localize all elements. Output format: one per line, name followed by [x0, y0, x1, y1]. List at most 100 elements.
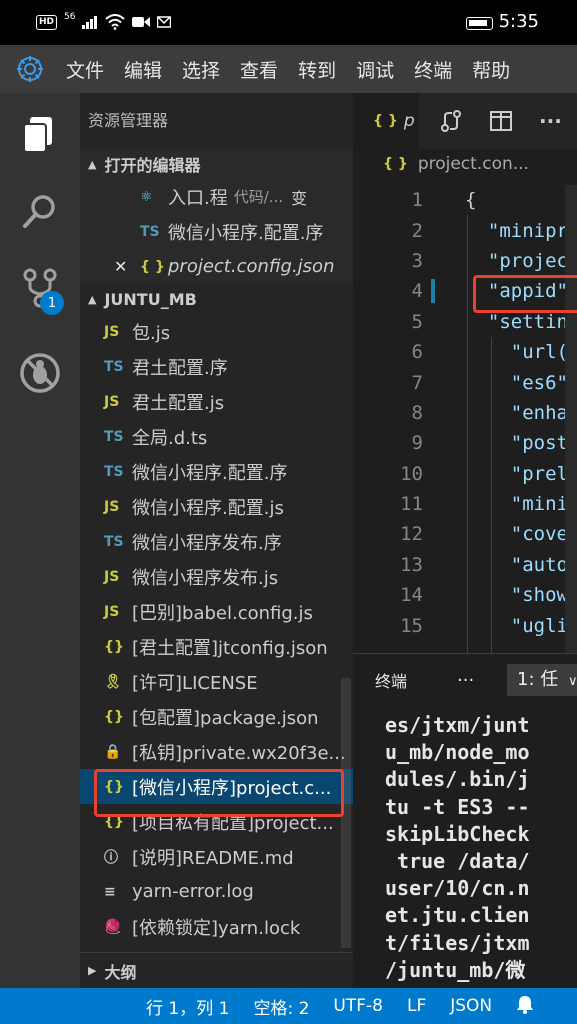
license-icon: 🎗: [104, 673, 122, 690]
open-editor-item-active[interactable]: ✕ { } project.config.json: [80, 249, 353, 284]
search-icon[interactable]: [14, 185, 66, 237]
highlight-annotation: [94, 769, 344, 817]
code-text: "prel: [465, 462, 568, 485]
code-line: 8 "enha: [353, 398, 577, 428]
sidebar-title: 资源管理器: [88, 111, 169, 130]
video-icon: [132, 17, 151, 27]
split-editor-icon[interactable]: [489, 110, 513, 132]
menu-selection[interactable]: 选择: [182, 56, 220, 83]
file-item[interactable]: 🧶 [依赖锁定]yarn.lock: [80, 909, 353, 944]
open-editor-name: 微信小程序.配置.序: [168, 222, 324, 244]
file-name: 包.js: [132, 322, 171, 344]
file-name: 微信小程序发布.js: [132, 567, 279, 589]
menu-debug[interactable]: 调试: [356, 56, 394, 83]
line-number: 5: [411, 310, 423, 333]
file-item[interactable]: JS 微信小程序.配置.js: [80, 489, 353, 524]
code-line: 9 "post: [353, 428, 577, 458]
line-ending[interactable]: LF: [407, 996, 426, 1016]
open-editors-label: 打开的编辑器: [104, 156, 201, 175]
file-item[interactable]: ⓘ [说明]README.md: [80, 839, 353, 874]
open-editor-name: project.config.json: [168, 256, 335, 277]
source-control-icon[interactable]: 1: [14, 263, 66, 315]
file-item[interactable]: {} [君土配置]jtconfig.json: [80, 629, 353, 664]
indentation[interactable]: 空格: 2: [253, 994, 309, 1019]
tab-terminal[interactable]: 终端: [375, 668, 407, 692]
file-item[interactable]: TS 微信小程序发布.序: [80, 524, 353, 559]
open-editor-item[interactable]: TS 微信小程序.配置.序: [80, 214, 353, 249]
menu-go[interactable]: 转到: [298, 56, 336, 83]
terminal-output[interactable]: es/jtxm/junt u_mb/node_mo dules/.bin/j t…: [353, 706, 577, 984]
terminal-panel: 终端 ··· 1: 任 ∨ es/jtxm/junt u_mb/node_mo …: [353, 653, 577, 988]
file-name: 微信小程序发布.序: [132, 532, 282, 554]
terminal-selector[interactable]: 1: 任 ∨: [507, 664, 577, 696]
breadcrumb[interactable]: { } project.con...: [353, 149, 577, 179]
file-name: [依赖锁定]yarn.lock: [132, 917, 301, 939]
line-number: 9: [411, 432, 423, 455]
file-item[interactable]: JS 微信小程序发布.js: [80, 559, 353, 594]
open-editor-name: 入口.程: [168, 187, 228, 209]
file-item[interactable]: JS 君土配置.js: [80, 384, 353, 419]
line-number: 15: [400, 614, 423, 637]
file-item[interactable]: {} [包配置]package.json: [80, 699, 353, 734]
code-text: "projec: [465, 249, 568, 272]
open-editors-header[interactable]: ▲ 打开的编辑器: [80, 149, 353, 179]
code-lines[interactable]: 1{ 2 "minipr 3 "projec 4 "appid" 5 "sett…: [353, 185, 577, 641]
file-name: [包配置]package.json: [132, 707, 319, 729]
bell-icon[interactable]: [516, 994, 534, 1019]
file-item[interactable]: TS 全局.d.ts: [80, 419, 353, 454]
scm-badge: 1: [40, 291, 64, 315]
line-number: 8: [411, 401, 423, 424]
code-line: 13 "auto: [353, 550, 577, 580]
chevron-right-icon: ▶: [88, 964, 97, 977]
more-actions-icon[interactable]: ···: [457, 670, 474, 691]
file-item[interactable]: ≡ yarn-error.log: [80, 874, 353, 909]
menu-terminal[interactable]: 终端: [414, 56, 452, 83]
line-number: 3: [411, 249, 423, 272]
menu-edit[interactable]: 编辑: [124, 56, 162, 83]
line-number: 12: [400, 523, 423, 546]
code-text: "mini: [465, 493, 568, 516]
file-item[interactable]: JS [巴别]babel.config.js: [80, 594, 353, 629]
menu-help[interactable]: 帮助: [472, 56, 510, 83]
chevron-down-icon: ▲: [88, 157, 97, 171]
json-icon: { }: [373, 113, 398, 129]
more-actions-icon[interactable]: ···: [539, 109, 562, 133]
code-text: "auto: [465, 553, 568, 576]
menu-view[interactable]: 查看: [240, 56, 278, 83]
language-mode[interactable]: JSON: [450, 996, 492, 1016]
breadcrumb-file: project.con...: [417, 154, 529, 174]
yarn-icon: 🧶: [104, 918, 122, 935]
code-line: 10 "prel: [353, 459, 577, 489]
menu-file[interactable]: 文件: [66, 56, 104, 83]
code-text: "cove: [465, 523, 568, 546]
explorer-icon[interactable]: [14, 109, 66, 161]
outline-header[interactable]: ▶ 大纲: [80, 952, 353, 988]
outline-label: 大纲: [104, 962, 137, 982]
cursor-position[interactable]: 行 1，列 1: [146, 994, 229, 1019]
file-item[interactable]: JS 包.js: [80, 314, 353, 349]
code-line: 7 "es6": [353, 367, 577, 397]
ts-file-icon: TS: [104, 533, 124, 550]
close-icon[interactable]: ✕: [114, 257, 140, 276]
file-item[interactable]: TS 君土配置.序: [80, 349, 353, 384]
code-text: "url(: [465, 341, 568, 364]
file-name: [君土配置]jtconfig.json: [132, 637, 328, 659]
editor-scrollbar[interactable]: [565, 185, 577, 653]
editor-tab-active[interactable]: { } p: [353, 93, 419, 149]
encoding[interactable]: UTF-8: [333, 996, 383, 1016]
modified-indicator: 变: [291, 188, 308, 208]
open-editor-item[interactable]: ⚛ 入口.程 代码/... 变: [80, 179, 353, 214]
editor-actions: ···: [439, 109, 562, 133]
file-tree: JS 包.js TS 君土配置.序 JS 君土配置.js TS 全局.d.ts TS 微信…: [80, 314, 353, 944]
file-item[interactable]: 🔒 [私钥]private.wx20f3e...: [80, 734, 353, 769]
explorer-sidebar: 资源管理器 ▲ 打开的编辑器 ⚛ 入口.程 代码/... 变 TS 微信小程序.…: [80, 93, 353, 988]
code-text: "settin: [465, 310, 568, 333]
react-icon: ⚛: [140, 188, 153, 205]
project-header[interactable]: ▲ JUNTU_MB: [80, 284, 353, 314]
extensions-debug-icon[interactable]: [14, 347, 66, 399]
file-item[interactable]: 🎗 [许可]LICENSE: [80, 664, 353, 699]
file-name: 微信小程序.配置.js: [132, 497, 284, 519]
compare-changes-icon[interactable]: [439, 109, 463, 133]
json-icon: { }: [140, 258, 165, 275]
file-item[interactable]: TS 微信小程序.配置.序: [80, 454, 353, 489]
